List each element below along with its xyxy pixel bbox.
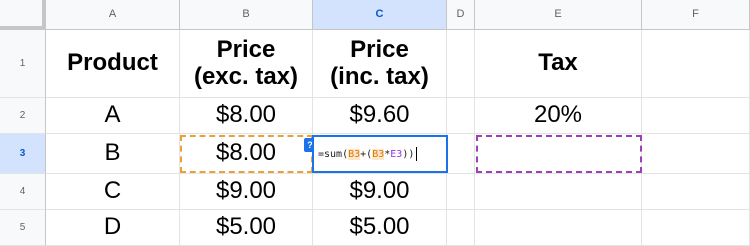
cell-d4[interactable]	[447, 174, 475, 210]
row-header-3[interactable]: 3	[0, 134, 46, 174]
cell-c2[interactable]: $9.60	[313, 98, 447, 134]
cell-d2[interactable]	[447, 98, 475, 134]
cell-a5[interactable]: D	[46, 210, 180, 246]
cell-c5[interactable]: $5.00	[313, 210, 447, 246]
column-header-a[interactable]: A	[46, 0, 180, 30]
cell-f1[interactable]	[642, 30, 750, 98]
row-header-5[interactable]: 5	[0, 210, 46, 246]
row-5: 5 D $5.00 $5.00	[0, 210, 750, 246]
cell-a4[interactable]: C	[46, 174, 180, 210]
cell-e3[interactable]	[475, 134, 642, 174]
cell-b1[interactable]: Price (exc. tax)	[180, 30, 313, 98]
cell-e4[interactable]	[475, 174, 642, 210]
cell-a1[interactable]: Product	[46, 30, 180, 98]
column-header-d[interactable]: D	[447, 0, 475, 30]
cell-e2[interactable]: 20%	[475, 98, 642, 134]
cell-c1[interactable]: Price (inc. tax)	[313, 30, 447, 98]
cell-e1[interactable]: Tax	[475, 30, 642, 98]
row-header-2[interactable]: 2	[0, 98, 46, 134]
cell-f2[interactable]	[642, 98, 750, 134]
column-header-e[interactable]: E	[475, 0, 642, 30]
formula-reference-e3: E3	[390, 148, 403, 160]
row-header-1[interactable]: 1	[0, 30, 46, 98]
select-all-corner[interactable]	[0, 0, 46, 30]
cell-c4[interactable]: $9.00	[313, 174, 447, 210]
column-header-f[interactable]: F	[642, 0, 750, 30]
cell-e5[interactable]	[475, 210, 642, 246]
spreadsheet-grid: A B C D E F 1 Product Price (exc. tax) P…	[0, 0, 750, 246]
text-cursor	[416, 147, 418, 161]
cell-d3[interactable]	[447, 134, 475, 174]
cell-f4[interactable]	[642, 174, 750, 210]
cell-a2[interactable]: A	[46, 98, 180, 134]
cell-d5[interactable]	[447, 210, 475, 246]
cell-a3[interactable]: B	[46, 134, 180, 174]
cell-b2[interactable]: $8.00	[180, 98, 313, 134]
row-header-4[interactable]: 4	[0, 174, 46, 210]
cell-f5[interactable]	[642, 210, 750, 246]
row-4: 4 C $9.00 $9.00	[0, 174, 750, 210]
column-header-b[interactable]: B	[180, 0, 313, 30]
formula-text-segment: ))	[402, 148, 415, 160]
column-header-c[interactable]: C	[313, 0, 447, 30]
row-1: 1 Product Price (exc. tax) Price (inc. t…	[0, 30, 750, 98]
cell-f3[interactable]	[642, 134, 750, 174]
column-header-row: A B C D E F	[0, 0, 750, 30]
cell-b4[interactable]: $9.00	[180, 174, 313, 210]
formula-reference-b3: B3	[372, 148, 385, 160]
formula-text-segment: +(	[360, 148, 373, 160]
row-2: 2 A $8.00 $9.60 20%	[0, 98, 750, 134]
formula-reference-b3: B3	[348, 148, 361, 160]
formula-text-segment: =sum(	[318, 148, 349, 160]
cell-b5[interactable]: $5.00	[180, 210, 313, 246]
cell-d1[interactable]	[447, 30, 475, 98]
cell-formula-editor[interactable]: =sum(B3 +(B3 * E3))	[312, 135, 448, 173]
cell-b3[interactable]: $8.00	[180, 134, 313, 174]
